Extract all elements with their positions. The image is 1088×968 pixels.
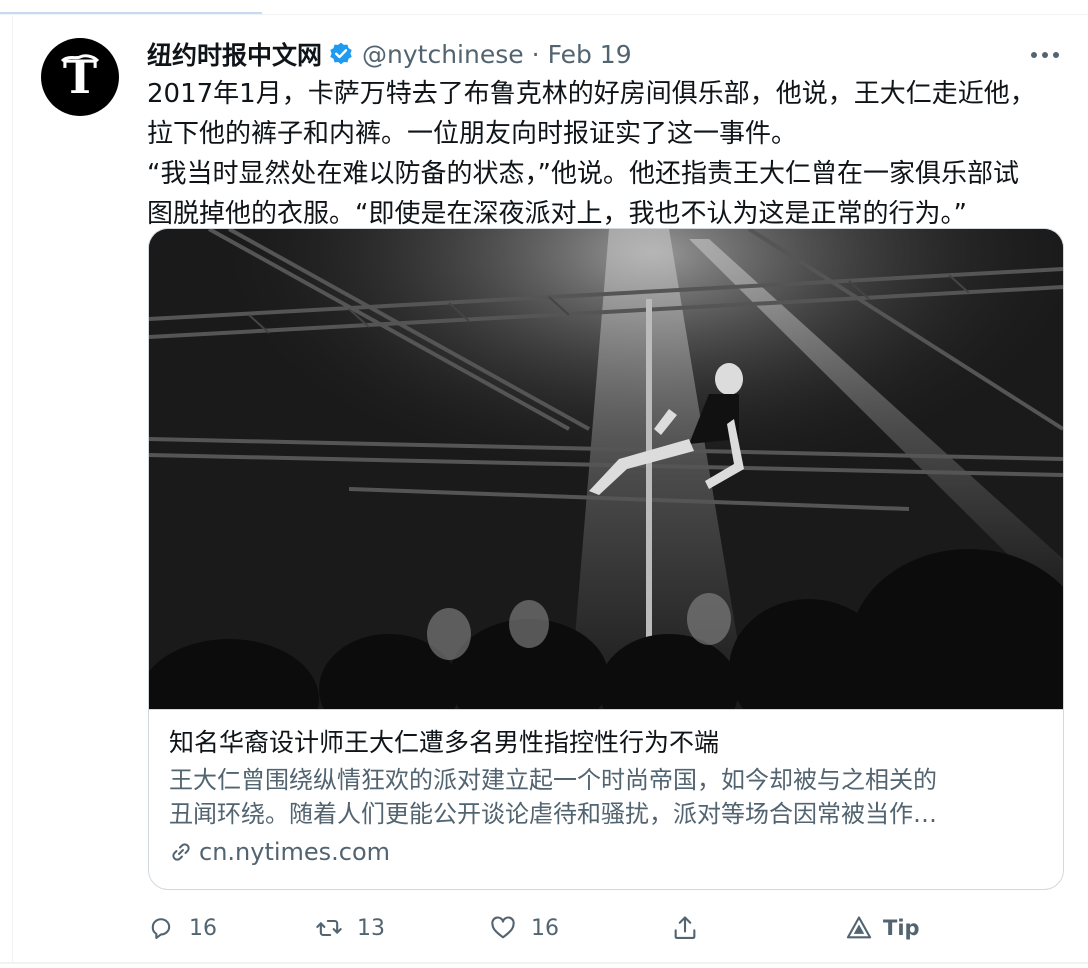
- separator-dot: ·: [531, 39, 540, 69]
- avatar[interactable]: T: [41, 38, 119, 116]
- divider: [0, 962, 1088, 964]
- tweet-text-line: 2017年1月，卡萨万特去了布鲁克林的好房间俱乐部，他说，王大仁走近他，: [147, 79, 1036, 109]
- link-icon: [172, 843, 190, 861]
- card-photo: [149, 229, 1063, 709]
- tip-button[interactable]: Tip: [845, 910, 920, 946]
- card-description-line: 丑闻环绕。随着人们更能公开谈论虐待和骚扰，派对等场合因常被当作…: [169, 800, 937, 828]
- tweet-header: 纽约时报中文网 @nytchinese · Feb 19: [147, 36, 632, 72]
- card-domain: cn.nytimes.com: [199, 838, 391, 866]
- more-button[interactable]: [1023, 40, 1067, 70]
- author-name[interactable]: 纽约时报中文网: [147, 36, 322, 72]
- reply-icon: [151, 918, 171, 939]
- card-description: 王大仁曾围绕纵情狂欢的派对建立起一个时尚帝国，如今却被与之相关的 丑闻环绕。随着…: [169, 763, 1049, 831]
- like-count: 16: [531, 915, 559, 941]
- reply-count: 16: [189, 915, 217, 941]
- card-description-line: 王大仁曾围绕纵情狂欢的派对建立起一个时尚帝国，如今却被与之相关的: [169, 766, 937, 794]
- tweet-text: 2017年1月，卡萨万特去了布鲁克林的好房间俱乐部，他说，王大仁走近他， 拉下他…: [147, 74, 1087, 234]
- more-icon-dot: [1042, 52, 1048, 58]
- retweet-count: 13: [357, 915, 385, 941]
- retweet-icon: [316, 919, 342, 937]
- action-bar: 16 13 16 Tip: [147, 910, 1047, 946]
- more-icon-dot: [1031, 52, 1037, 58]
- share-button[interactable]: [671, 910, 699, 946]
- card-title[interactable]: 知名华裔设计师王大仁遭多名男性指控性行为不端: [169, 725, 1049, 761]
- card-body[interactable]: 知名华裔设计师王大仁遭多名男性指控性行为不端 王大仁曾围绕纵情狂欢的派对建立起一…: [169, 725, 1049, 869]
- tip-label: Tip: [883, 916, 920, 940]
- tweet-date[interactable]: Feb 19: [548, 40, 632, 69]
- tip-icon: [846, 916, 872, 939]
- tweet-text-line: “我当时显然处在难以防备的状态，”他说。他还指责王大仁曾在一家俱乐部试: [147, 159, 1019, 189]
- like-icon: [491, 916, 515, 939]
- author-handle[interactable]: @nytchinese: [362, 40, 524, 69]
- divider: [0, 14, 1088, 15]
- link-card[interactable]: 知名华裔设计师王大仁遭多名男性指控性行为不端 王大仁曾围绕纵情狂欢的派对建立起一…: [148, 228, 1064, 890]
- tweet-text-line: 拉下他的裤子和内裤。一位朋友向时报证实了这一事件。: [147, 119, 798, 149]
- verified-badge-icon: [330, 42, 352, 65]
- more-icon-dot: [1053, 52, 1059, 58]
- like-button[interactable]: 16: [489, 910, 559, 946]
- card-link[interactable]: cn.nytimes.com: [169, 835, 1049, 869]
- nyt-logo-icon: T: [60, 50, 100, 104]
- tweet[interactable]: T 纽约时报中文网 @nytchinese · Feb 19 2017年1月，卡…: [12, 16, 1088, 963]
- share-icon: [674, 916, 696, 939]
- retweet-button[interactable]: 13: [315, 910, 385, 946]
- reply-button[interactable]: 16: [147, 910, 217, 946]
- card-image[interactable]: [149, 229, 1063, 710]
